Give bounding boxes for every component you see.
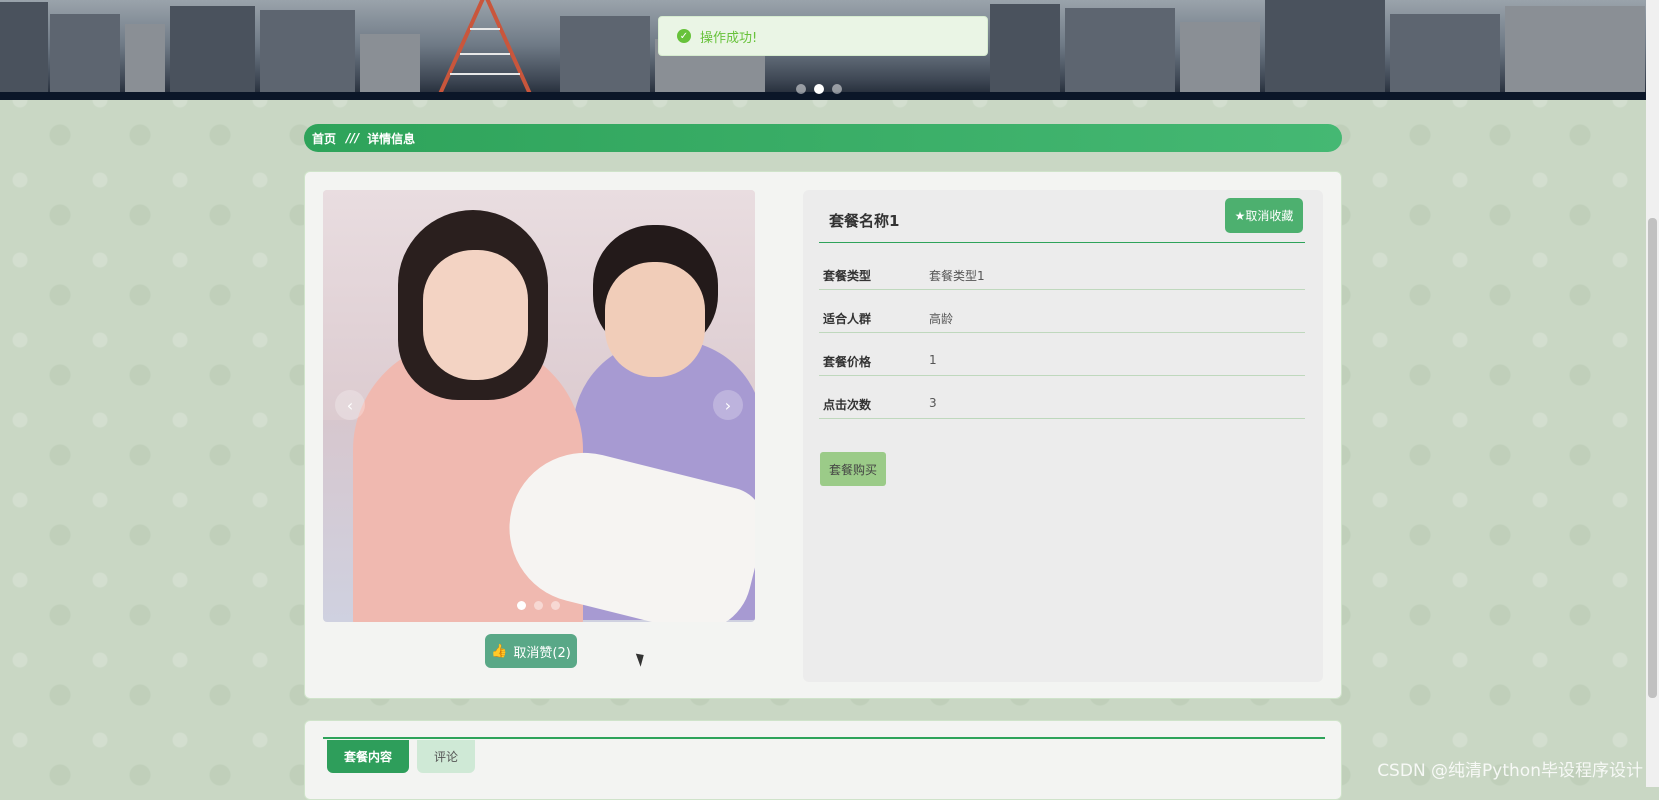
breadcrumb: 首页 /// 详情信息 xyxy=(304,124,1342,152)
banner-dot[interactable] xyxy=(796,84,806,94)
field-label: 适合人群 xyxy=(823,312,872,326)
carousel-indicators[interactable] xyxy=(517,601,560,610)
field-value: 1 xyxy=(929,353,937,367)
field-label: 点击次数 xyxy=(823,398,872,412)
detail-card: ‹ › 👍 取消赞(2) 套餐名称1 ★ 取消收藏 套餐类型 套餐类型1 适合人… xyxy=(304,171,1342,699)
bridge-tower-icon xyxy=(438,0,532,94)
field-value: 高龄 xyxy=(929,312,954,326)
chevron-left-icon[interactable]: ‹ xyxy=(335,390,365,420)
field-value: 套餐类型1 xyxy=(929,269,985,283)
field-row-price: 套餐价格 1 xyxy=(819,329,1305,376)
watermark: CSDN @纯清Python毕设程序设计 xyxy=(1377,761,1643,781)
field-row-type: 套餐类型 套餐类型1 xyxy=(819,243,1305,290)
chevron-right-icon[interactable]: › xyxy=(713,390,743,420)
field-label: 套餐价格 xyxy=(823,355,872,369)
toast-message: 操作成功! xyxy=(700,30,758,46)
carousel-dot[interactable] xyxy=(551,601,560,610)
success-toast: ✓ 操作成功! xyxy=(658,16,988,56)
content-tabs-card: 套餐内容 评论 xyxy=(304,720,1342,800)
package-title: 套餐名称1 xyxy=(829,212,900,230)
field-value: 3 xyxy=(929,396,937,410)
buy-package-button[interactable]: 套餐购买 xyxy=(820,452,886,486)
unlike-label: 取消赞(2) xyxy=(513,645,571,661)
page-scrollbar[interactable] xyxy=(1646,0,1659,787)
field-row-audience: 适合人群 高龄 xyxy=(819,286,1305,333)
tab-package-content[interactable]: 套餐内容 xyxy=(327,740,409,773)
banner-dot-active[interactable] xyxy=(814,84,824,94)
unfavorite-label: 取消收藏 xyxy=(1245,209,1294,223)
breadcrumb-home[interactable]: 首页 xyxy=(312,130,336,147)
tab-comments[interactable]: 评论 xyxy=(417,740,475,773)
product-image-carousel[interactable]: ‹ › xyxy=(323,190,755,622)
star-icon: ★ xyxy=(1234,208,1246,223)
field-label: 套餐类型 xyxy=(823,269,872,283)
breadcrumb-current: 详情信息 xyxy=(367,131,416,146)
detail-info-panel: 套餐名称1 ★ 取消收藏 套餐类型 套餐类型1 适合人群 高龄 套餐价格 1 点… xyxy=(803,190,1323,682)
unlike-button[interactable]: 👍 取消赞(2) xyxy=(485,634,577,668)
banner-carousel-dots[interactable] xyxy=(796,84,842,94)
check-circle-icon: ✓ xyxy=(677,29,691,43)
field-row-clicks: 点击次数 3 xyxy=(819,372,1305,419)
carousel-dot-active[interactable] xyxy=(517,601,526,610)
breadcrumb-separator: /// xyxy=(346,131,360,145)
unfavorite-button[interactable]: ★ 取消收藏 xyxy=(1225,198,1303,233)
carousel-dot[interactable] xyxy=(534,601,543,610)
scrollbar-thumb[interactable] xyxy=(1648,218,1657,698)
thumbs-up-icon: 👍 xyxy=(491,643,508,659)
banner-dot[interactable] xyxy=(832,84,842,94)
